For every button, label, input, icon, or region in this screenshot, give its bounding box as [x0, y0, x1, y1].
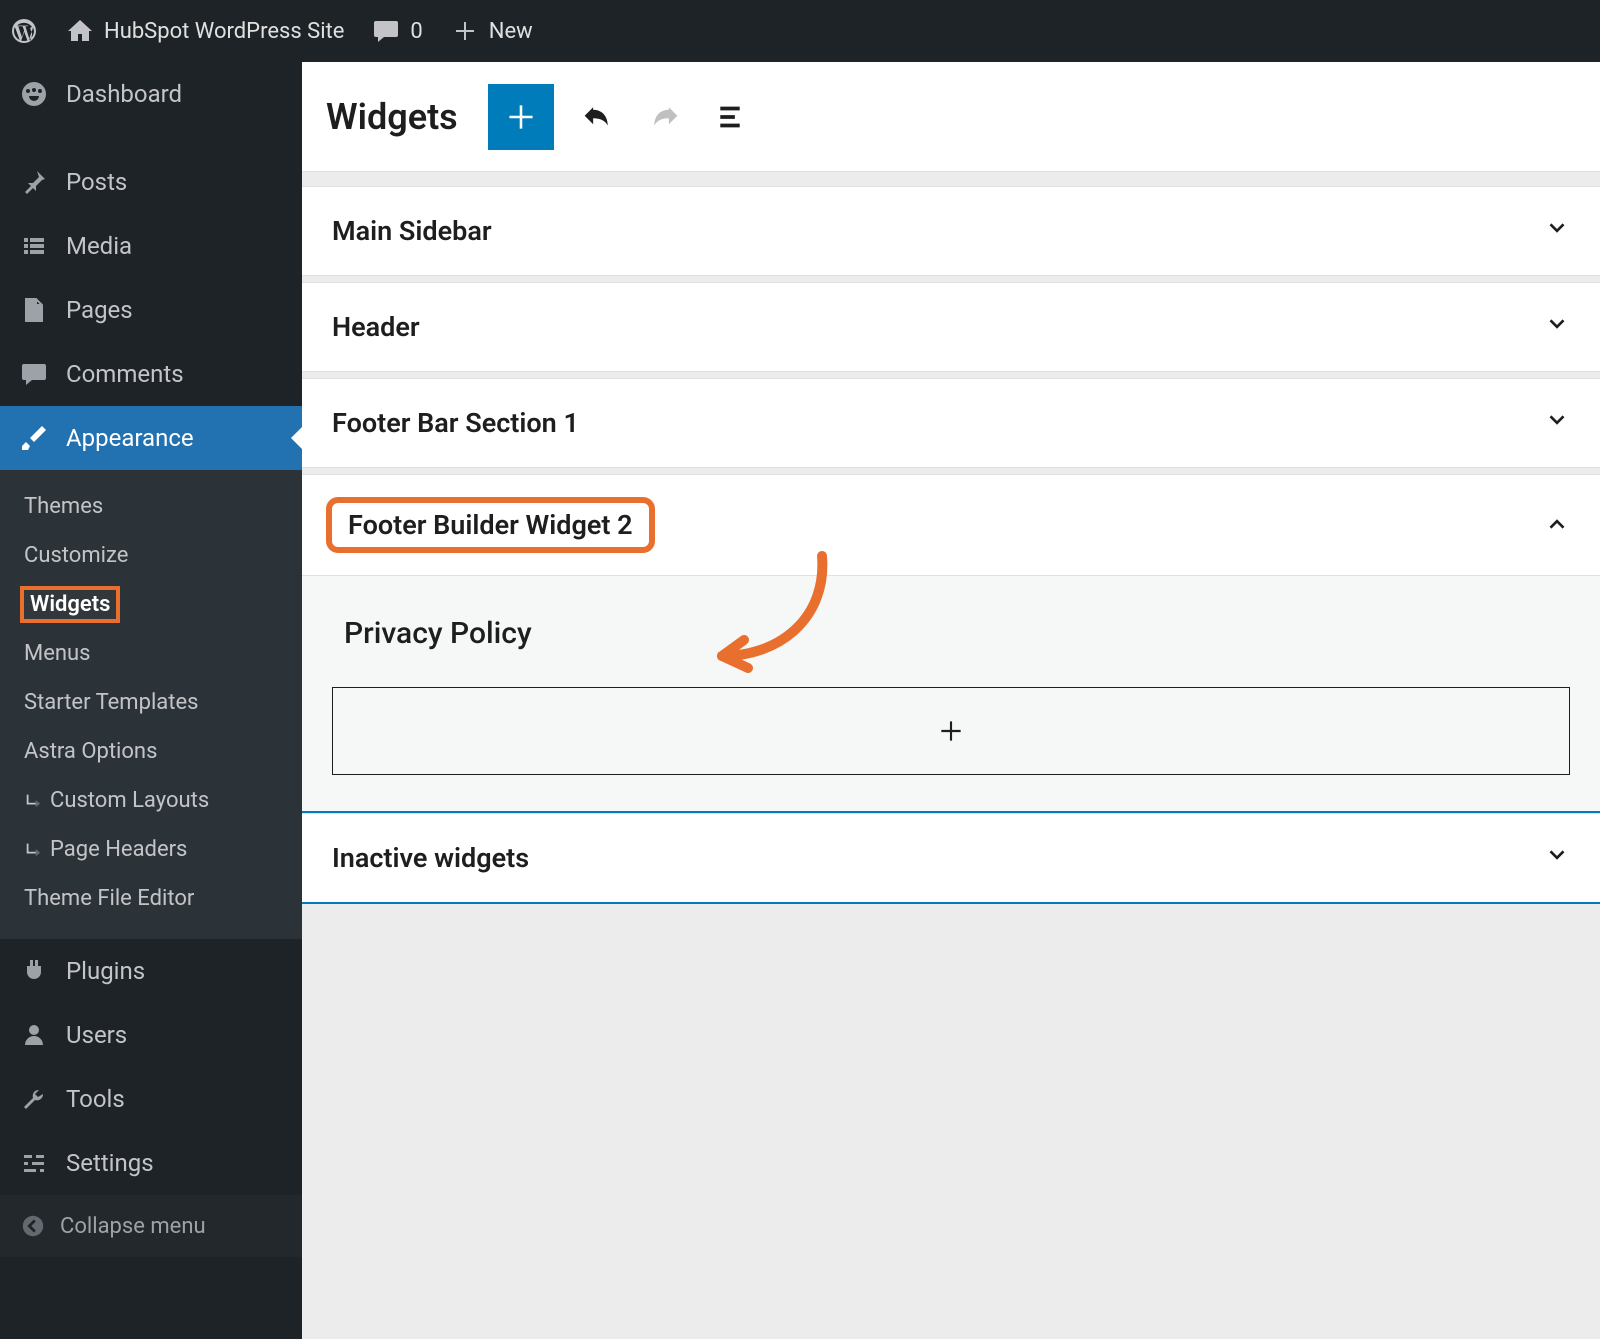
sub-custom-layouts[interactable]: Custom Layouts	[0, 776, 302, 825]
nav-label: Dashboard	[66, 80, 182, 108]
nav-comments[interactable]: Comments	[0, 342, 302, 406]
sub-customize[interactable]: Customize	[0, 531, 302, 580]
chevron-down-icon	[1544, 843, 1570, 873]
user-icon	[20, 1021, 48, 1049]
collapse-menu[interactable]: Collapse menu	[0, 1195, 302, 1257]
nav-label: Appearance	[66, 424, 194, 452]
sliders-icon	[20, 1149, 48, 1177]
sub-astra-options[interactable]: Astra Options	[0, 727, 302, 776]
nav-label: Pages	[66, 296, 133, 324]
panel-title: Main Sidebar	[332, 215, 492, 247]
widget-area-footer-bar-1[interactable]: Footer Bar Section 1	[302, 378, 1600, 468]
nav-tools[interactable]: Tools	[0, 1067, 302, 1131]
widget-area-header[interactable]: Header	[302, 282, 1600, 372]
add-block-button[interactable]	[488, 84, 554, 150]
nav-appearance[interactable]: Appearance	[0, 406, 302, 470]
nav-label: Settings	[66, 1149, 154, 1177]
heading-block[interactable]: Privacy Policy	[344, 616, 1570, 651]
add-block-zone[interactable]	[332, 687, 1570, 775]
chevron-down-icon	[1544, 408, 1570, 438]
nav-dashboard[interactable]: Dashboard	[0, 62, 302, 126]
pin-icon	[20, 168, 48, 196]
panel-title: Footer Builder Widget 2	[332, 503, 649, 547]
widget-area-inactive[interactable]: Inactive widgets	[302, 813, 1600, 904]
panel-title: Header	[332, 311, 420, 343]
nav-label: Posts	[66, 168, 127, 196]
nav-users[interactable]: Users	[0, 1003, 302, 1067]
dashboard-icon	[20, 80, 48, 108]
brush-icon	[20, 424, 48, 452]
site-title: HubSpot WordPress Site	[104, 19, 344, 44]
undo-button[interactable]	[576, 95, 620, 139]
comment-icon	[20, 360, 48, 388]
widget-area-footer-builder-2[interactable]: Footer Builder Widget 2	[302, 474, 1600, 576]
nav-label: Comments	[66, 360, 184, 388]
wp-logo[interactable]	[10, 17, 38, 45]
sub-menus[interactable]: Menus	[0, 629, 302, 678]
media-icon	[20, 232, 48, 260]
panel-title: Footer Bar Section 1	[332, 407, 579, 439]
nav-media[interactable]: Media	[0, 214, 302, 278]
new-label: New	[489, 19, 533, 44]
comment-count: 0	[410, 19, 422, 44]
sub-page-headers[interactable]: Page Headers	[0, 825, 302, 874]
new-content[interactable]: New	[451, 17, 533, 45]
admin-sidebar: Dashboard Posts Media Pages Comments App…	[0, 62, 302, 1339]
sub-starter-templates[interactable]: Starter Templates	[0, 678, 302, 727]
admin-toolbar: HubSpot WordPress Site 0 New	[0, 0, 1600, 62]
pages-icon	[20, 296, 48, 324]
chevron-down-icon	[1544, 216, 1570, 246]
nav-posts[interactable]: Posts	[0, 150, 302, 214]
main-content: Widgets Main Sidebar Header Footer Bar S…	[302, 62, 1600, 1339]
wrench-icon	[20, 1085, 48, 1113]
sub-theme-file-editor[interactable]: Theme File Editor	[0, 874, 302, 923]
site-home[interactable]: HubSpot WordPress Site	[66, 17, 344, 45]
redo-button[interactable]	[642, 95, 686, 139]
nav-settings[interactable]: Settings	[0, 1131, 302, 1195]
chevron-down-icon	[1544, 312, 1570, 342]
nav-label: Tools	[66, 1085, 125, 1113]
chevron-up-icon	[1544, 510, 1570, 540]
list-view-button[interactable]	[708, 95, 752, 139]
sub-widgets[interactable]: Widgets	[0, 580, 302, 629]
page-title: Widgets	[326, 96, 458, 138]
editor-toolbar: Widgets	[302, 62, 1600, 172]
sub-themes[interactable]: Themes	[0, 482, 302, 531]
appearance-submenu: Themes Customize Widgets Menus Starter T…	[0, 470, 302, 939]
plugin-icon	[20, 957, 48, 985]
nav-pages[interactable]: Pages	[0, 278, 302, 342]
comments-link[interactable]: 0	[372, 17, 422, 45]
widget-area-main-sidebar[interactable]: Main Sidebar	[302, 186, 1600, 276]
nav-label: Media	[66, 232, 132, 260]
widget-area-content: Privacy Policy	[302, 576, 1600, 813]
nav-plugins[interactable]: Plugins	[0, 939, 302, 1003]
nav-label: Users	[66, 1021, 127, 1049]
panel-title: Inactive widgets	[332, 842, 529, 874]
collapse-label: Collapse menu	[60, 1214, 206, 1239]
nav-label: Plugins	[66, 957, 145, 985]
